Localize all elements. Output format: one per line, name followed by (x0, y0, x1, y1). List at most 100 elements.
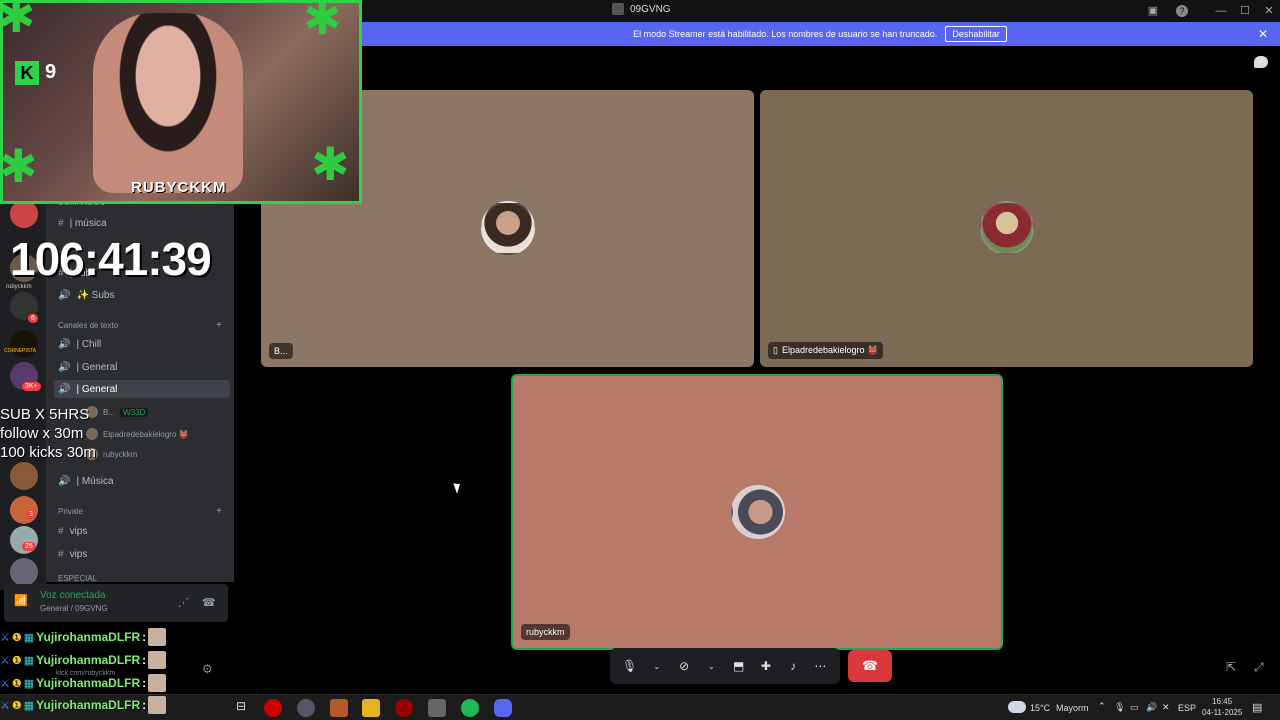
badge-icon: ▦ (23, 699, 35, 712)
channel-vips[interactable]: # vips (54, 545, 230, 563)
camera-off-icon[interactable]: ⊘ (673, 659, 695, 673)
speaker-icon: 🔊 (58, 289, 71, 301)
opera-icon[interactable] (264, 699, 282, 717)
channel-general[interactable]: 🔊 | General (54, 358, 230, 376)
notifications-icon[interactable]: ▤ (1252, 701, 1262, 714)
chevron-down-icon[interactable]: ⌄ (646, 662, 668, 671)
user-tag: W33D (120, 407, 149, 417)
clock-time[interactable]: 16:45 (1212, 697, 1232, 706)
window-close-icon[interactable]: ✕ (1262, 4, 1276, 18)
clock-date[interactable]: 04-11-2025 (1202, 708, 1242, 717)
windows-taskbar: ⚔ ❶ ▦ YujirohanmaDLFR: ⊟ 15°C Mayorm ⌃ 🎙 ▭… (0, 694, 1280, 720)
video-tile-speaking[interactable]: rubyckkm (511, 374, 1003, 650)
network-icon[interactable]: ▭ (1130, 702, 1139, 713)
server-icon[interactable] (10, 558, 38, 586)
leaf-icon: ✱ (0, 0, 36, 42)
language-indicator[interactable]: ESP (1178, 703, 1196, 713)
volume-icon[interactable]: 🔊 (1146, 702, 1157, 713)
call-controls: 🎙 ⌄ ⊘ ⌄ ⬒ ✚ ♪ ⋯ (610, 648, 840, 684)
tile-label: B... (269, 343, 293, 359)
badge-icon: ❶ (11, 677, 22, 690)
avatar (86, 428, 98, 440)
popout-icon[interactable]: ⇱ (1226, 660, 1236, 674)
microphone-icon[interactable]: 🎙 (619, 659, 641, 673)
chevron-up-icon[interactable]: ⌃ (1098, 701, 1106, 712)
app-icon[interactable] (330, 699, 348, 717)
goal-line: 100 kicks 30m (0, 444, 96, 461)
obs-icon[interactable] (297, 699, 315, 717)
weather-temp[interactable]: 15°C (1030, 703, 1050, 713)
minimize-icon[interactable]: — (1214, 4, 1228, 18)
emote-icon (148, 696, 167, 714)
leaf-icon: ✱ (311, 138, 350, 190)
kick-logo-icon: K (15, 61, 39, 85)
task-view-icon[interactable]: ⊟ (232, 699, 250, 717)
weather-label[interactable]: Mayorm (1056, 703, 1089, 713)
banner-text: El modo Streamer está habilitado. Los no… (633, 29, 938, 39)
badge-icon: ▦ (23, 631, 35, 644)
server-icon[interactable] (10, 200, 38, 228)
phone-icon: ☎ (861, 658, 879, 673)
voice-connected-panel: 📶 Voz conectada General / 09GVNG ⋰ ☎ (4, 584, 228, 622)
channel-musica-voice[interactable]: 🔊 | Música (54, 472, 230, 490)
noise-suppression-icon[interactable]: ⋰ (178, 596, 189, 609)
channel-vips[interactable]: # vips (54, 522, 230, 540)
channel-chill[interactable]: 🔊 | Chill (54, 335, 230, 353)
webcam-brand: 9 (45, 61, 57, 83)
badge-icon: ❶ (11, 654, 22, 667)
mute-icon[interactable]: ✕ (1162, 702, 1170, 713)
disable-streamer-button[interactable]: Deshabilitar (945, 26, 1007, 42)
badge-icon: ▦ (23, 677, 35, 690)
spotify-icon[interactable] (461, 699, 479, 717)
banner-close-icon[interactable]: ✕ (1258, 27, 1268, 41)
category-header[interactable]: Canales de texto (58, 321, 118, 330)
server-icon (612, 3, 624, 15)
app-icon[interactable] (428, 699, 446, 717)
chat-icon[interactable] (1254, 56, 1268, 68)
channel-subs[interactable]: 🔊 ✨ Subs (54, 286, 230, 304)
chevron-down-icon[interactable]: ⌄ (700, 662, 722, 671)
tile-label: ▯ Elpadredebakielogro 👹 (768, 342, 884, 359)
emote-icon (148, 628, 167, 646)
fullscreen-icon[interactable]: ⤢ (1254, 660, 1264, 675)
discord-icon[interactable] (494, 699, 512, 717)
video-tile[interactable]: ▯ Elpadredebakielogro 👹 (760, 90, 1253, 367)
soundboard-icon[interactable]: ♪ (782, 659, 804, 673)
subathon-timer: 106:41:39 (10, 233, 212, 285)
more-icon[interactable]: ⋯ (809, 659, 831, 673)
speaker-icon: 🔊 (58, 475, 71, 487)
weather-icon (1008, 701, 1026, 713)
notification-badge: 3 (26, 510, 36, 519)
webcam-overlay: ✱ ✱ ✱ ✱ K 9 RUBYCKKM (0, 0, 362, 204)
maximize-icon[interactable]: ☐ (1238, 4, 1252, 18)
category-header[interactable]: ESPECIAL (58, 574, 97, 583)
add-channel-icon[interactable]: + (216, 506, 222, 517)
signal-icon: 📶 (14, 595, 28, 607)
server-icon[interactable] (10, 462, 38, 490)
chat-message: ⚔ ❶ ▦ YujirohanmaDLFR: (0, 672, 222, 694)
app-icon[interactable] (395, 699, 413, 717)
webcam-nameplate: RUBYCKKM (131, 179, 227, 196)
chat-message: ⚔ ❶ ▦ YujirohanmaDLFR: (0, 649, 222, 671)
file-explorer-icon[interactable] (362, 699, 380, 717)
notification-badge: 6 (28, 314, 38, 323)
emote-icon (148, 651, 167, 669)
add-channel-icon[interactable]: + (216, 320, 222, 331)
channel-general-active[interactable]: 🔊 | General (54, 380, 230, 398)
voice-user[interactable]: Elpadredebakielogro 👹 (86, 428, 189, 440)
speaker-icon: 🔊 (58, 383, 71, 395)
voice-status[interactable]: Voz conectada (40, 590, 106, 601)
inbox-icon[interactable]: ▣ (1146, 4, 1160, 18)
category-header[interactable]: Private (58, 507, 83, 516)
hang-up-button[interactable]: ☎ (848, 650, 892, 682)
channel-musica[interactable]: # | música (54, 214, 230, 232)
help-icon[interactable]: ? (1176, 5, 1188, 17)
badge-icon: ⚔ (0, 699, 10, 712)
activities-icon[interactable]: ✚ (755, 659, 777, 673)
mic-tray-icon[interactable]: 🎙 (1114, 702, 1125, 713)
voice-location[interactable]: General / 09GVNG (40, 604, 108, 613)
tile-label: rubyckkm (521, 624, 570, 640)
screen-share-icon[interactable]: ⬒ (728, 659, 750, 673)
voice-user[interactable]: B... W33D (86, 406, 149, 418)
disconnect-icon[interactable]: ☎ (202, 596, 216, 609)
